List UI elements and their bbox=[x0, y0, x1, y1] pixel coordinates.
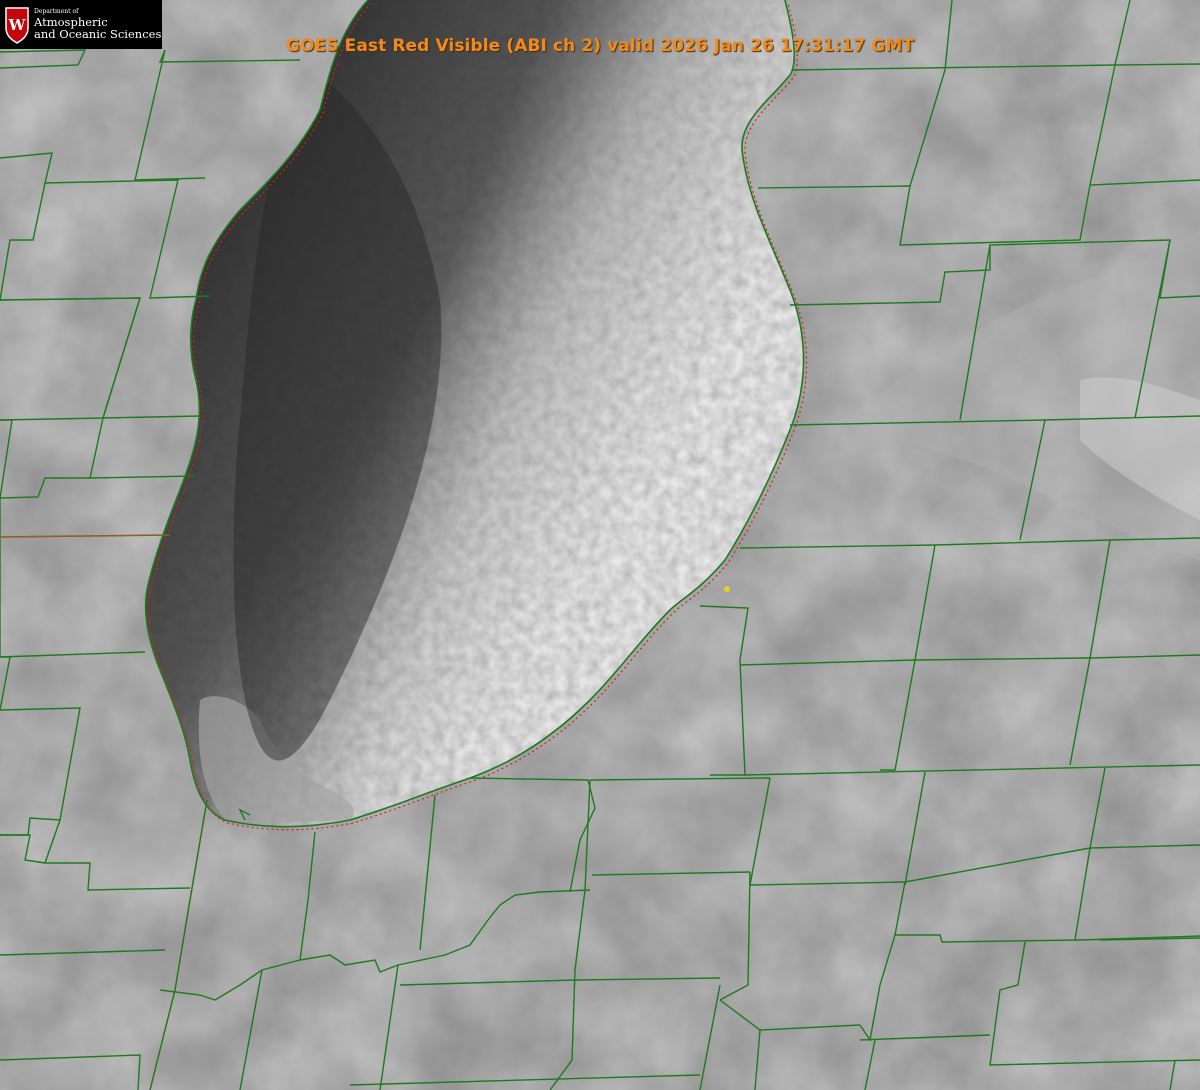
image-title: GOES East Red Visible (ABI ch 2) valid 2… bbox=[285, 36, 915, 56]
location-marker bbox=[724, 586, 730, 592]
crest-letter: W bbox=[8, 16, 27, 34]
logo-name-line1: Atmospheric bbox=[34, 14, 108, 29]
satellite-image-viewer: W Department of Atmospheric and Oceanic … bbox=[0, 0, 1200, 1090]
satellite-map bbox=[0, 0, 1200, 1090]
